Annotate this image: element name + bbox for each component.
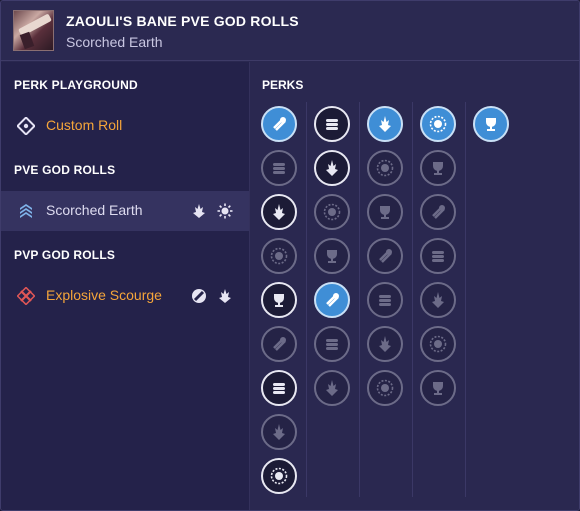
sight-bore-icon[interactable] — [261, 238, 297, 274]
stacked-rounds-icon[interactable] — [314, 106, 350, 142]
folded-mag-icon[interactable] — [314, 282, 350, 318]
spiral-barrel-icon[interactable] — [261, 458, 297, 494]
pvp-roll-label: Explosive Scourge — [46, 287, 162, 303]
rocket-launcher-weapon-icon — [13, 10, 54, 51]
custom-roll-label: Custom Roll — [46, 117, 123, 133]
flame-target-icon[interactable] — [420, 238, 456, 274]
perk-playground-header: PERK PLAYGROUND — [14, 78, 138, 92]
sunburst-perk-icon — [217, 203, 233, 219]
column-divider — [359, 102, 360, 497]
perks-panel: PERKS — [251, 62, 579, 510]
spire-perk-icon[interactable] — [367, 106, 403, 142]
pvp-roll-explosive-scourge[interactable]: Explosive Scourge — [1, 276, 249, 316]
tracker-round-icon[interactable] — [314, 194, 350, 230]
roll-sidebar: PERK PLAYGROUND Custom Roll PVE GOD ROLL… — [1, 62, 250, 510]
stacked-plates-icon[interactable] — [367, 194, 403, 230]
crossed-x-icon — [17, 287, 35, 305]
crossed-bore-icon[interactable] — [261, 282, 297, 318]
layered-mag-icon[interactable] — [314, 326, 350, 362]
cross-ball-icon[interactable] — [367, 326, 403, 362]
sunburst-perk-icon[interactable] — [420, 106, 456, 142]
pvp-god-rolls-header: PVP GOD ROLLS — [14, 248, 116, 262]
column-divider — [412, 102, 413, 497]
weapon-subtitle: Scorched Earth — [66, 34, 163, 50]
figure-shield-icon[interactable] — [367, 282, 403, 318]
slash-oval-icon[interactable] — [420, 326, 456, 362]
card-magazine-icon[interactable] — [314, 150, 350, 186]
target-dot-icon — [17, 117, 35, 135]
custom-roll-item[interactable]: Custom Roll — [1, 106, 249, 146]
hatched-barrel-icon[interactable] — [261, 150, 297, 186]
chevron-rank-icon — [20, 204, 32, 218]
coiled-barrel-icon[interactable] — [261, 414, 297, 450]
column-divider — [465, 102, 466, 497]
pve-roll-scorched-earth[interactable]: Scorched Earth — [1, 191, 249, 231]
smooth-bore-icon[interactable] — [261, 194, 297, 230]
slim-mag-icon[interactable] — [314, 238, 350, 274]
spire-perk-icon — [193, 204, 205, 218]
ringed-barrel-icon[interactable] — [261, 370, 297, 406]
compass-rose-icon[interactable] — [420, 150, 456, 186]
column-divider — [306, 102, 307, 497]
skull-sun-icon[interactable] — [420, 282, 456, 318]
ornate-ring-icon[interactable] — [367, 370, 403, 406]
diamond-arrow-icon[interactable] — [367, 238, 403, 274]
long-barrel-icon[interactable] — [261, 326, 297, 362]
weapon-title: ZAOULI'S BANE PVE GOD ROLLS — [66, 13, 299, 29]
pve-roll-label: Scorched Earth — [46, 202, 143, 218]
tube-launcher-icon[interactable] — [261, 106, 297, 142]
pve-god-rolls-header: PVE GOD ROLLS — [14, 163, 116, 177]
perks-title: PERKS — [262, 78, 304, 92]
god-roll-window: ZAOULI'S BANE PVE GOD ROLLS Scorched Ear… — [0, 0, 580, 511]
star-burst-icon[interactable] — [367, 150, 403, 186]
trophy-icon[interactable] — [473, 106, 509, 142]
slug-perk-icon — [192, 289, 206, 303]
crosshair-round-icon[interactable] — [314, 370, 350, 406]
broken-ring-icon[interactable] — [420, 370, 456, 406]
flame-wreath-icon[interactable] — [420, 194, 456, 230]
weapon-header: ZAOULI'S BANE PVE GOD ROLLS Scorched Ear… — [1, 1, 579, 61]
spire-perk-icon — [219, 289, 231, 303]
